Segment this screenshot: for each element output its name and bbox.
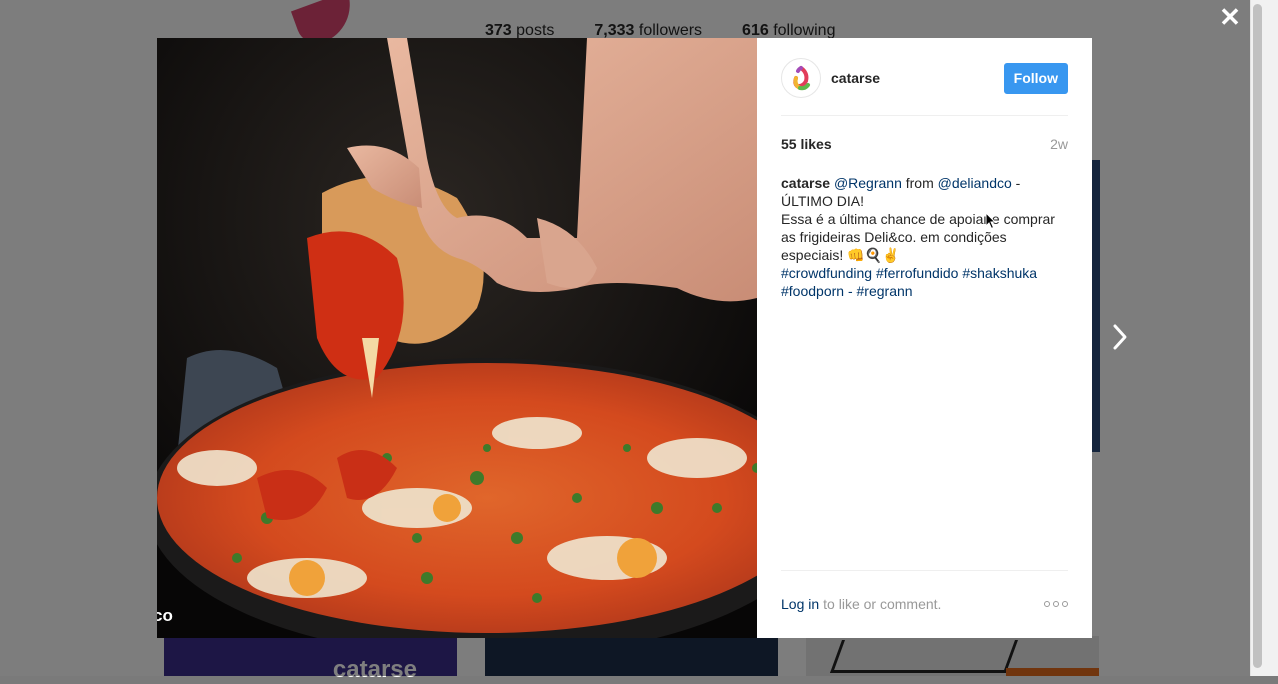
hashtag-link[interactable]: #ferrofundido [876, 265, 959, 281]
divider [781, 570, 1068, 571]
hashtag-link[interactable]: - #regrann [848, 283, 913, 299]
caption-text: from [901, 175, 938, 191]
login-prompt-text: to like or comment. [823, 596, 942, 612]
likes-count[interactable]: 55 likes [781, 136, 832, 152]
caption-text: ÚLTIMO DIA! [781, 193, 864, 209]
chevron-right-icon[interactable] [1108, 320, 1132, 354]
divider [781, 115, 1068, 116]
mention-link[interactable]: @Regrann [834, 175, 902, 191]
catarse-logo-icon [793, 66, 810, 91]
post-footer: Log in to like or comment. [781, 596, 1068, 612]
caption-author[interactable]: catarse [781, 175, 830, 191]
post-sidebar: catarse Follow 55 likes 2w catarse @Regr… [757, 38, 1092, 638]
shakshuka-photo [157, 38, 757, 638]
more-options-icon[interactable] [1044, 601, 1068, 607]
post-timestamp[interactable]: 2w [1050, 136, 1068, 152]
login-link[interactable]: Log in [781, 596, 819, 612]
post-caption: catarse @Regrann from @deliandco - ÚLTIM… [781, 174, 1070, 300]
mouse-cursor-icon [985, 212, 997, 230]
hashtag-link[interactable]: #shakshuka [962, 265, 1037, 281]
image-overlay-text: co [157, 606, 173, 625]
hashtag-link[interactable]: #crowdfunding [781, 265, 872, 281]
likes-row: 55 likes 2w [781, 136, 1068, 152]
caption-text: - [1011, 175, 1021, 191]
post-image[interactable]: co [157, 38, 757, 638]
post-header: catarse Follow [781, 58, 1068, 98]
follow-button[interactable]: Follow [1003, 62, 1068, 94]
avatar[interactable] [781, 58, 821, 98]
close-icon[interactable]: ✕ [1217, 4, 1243, 30]
hashtag-link[interactable]: #foodporn [781, 283, 844, 299]
mention-link[interactable]: @deliandco [938, 175, 1012, 191]
username-link[interactable]: catarse [831, 70, 880, 86]
caption-text: Essa é a última chance de apoiar e compr… [781, 211, 1055, 263]
post-modal: co catarse Follow 55 likes 2w catarse @R… [157, 38, 1092, 638]
scrollbar-thumb[interactable] [1253, 4, 1262, 668]
